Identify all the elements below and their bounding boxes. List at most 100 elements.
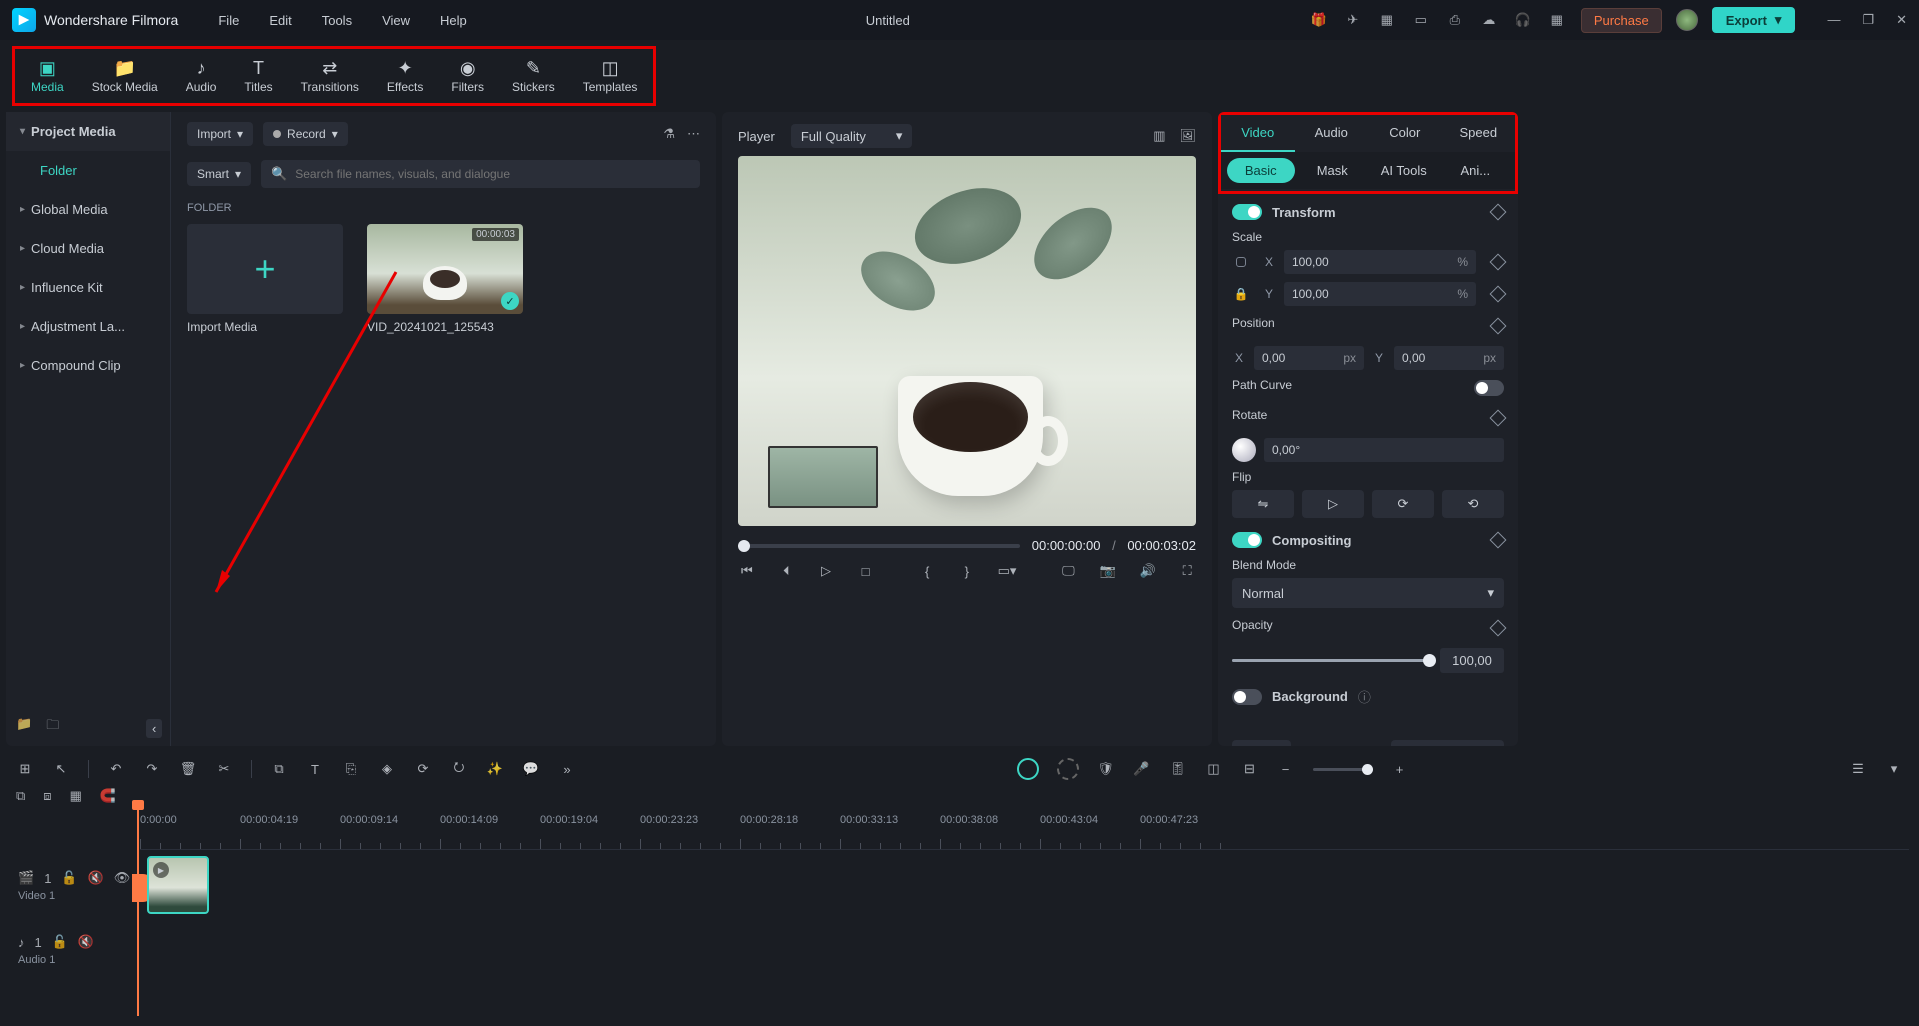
mark-in-icon[interactable]: { — [918, 564, 936, 579]
pos-y-input[interactable]: 0,00px — [1394, 346, 1504, 370]
speed-ramp-icon[interactable]: ⟳ — [414, 761, 432, 777]
smart-dropdown[interactable]: Smart▾ — [187, 162, 251, 186]
record-dropdown[interactable]: Record▾ — [263, 122, 348, 146]
import-dropdown[interactable]: Import▾ — [187, 122, 253, 146]
render-queue-icon[interactable] — [1057, 758, 1079, 780]
prop-subtab-animation[interactable]: Ani... — [1442, 158, 1510, 183]
menu-help[interactable]: Help — [440, 13, 467, 28]
undo-icon[interactable]: ↶ — [107, 761, 125, 777]
audio-track-icon[interactable]: ♪ — [18, 935, 25, 950]
stop-icon[interactable]: □ — [857, 564, 875, 579]
flip-horizontal-button[interactable]: ⇋ — [1232, 490, 1294, 518]
display-icon[interactable]: 🖵 — [1060, 563, 1078, 579]
search-box[interactable]: 🔍 — [261, 160, 700, 188]
pip-icon[interactable]: ◫ — [1205, 761, 1223, 777]
screen-icon[interactable]: ▭ — [1411, 10, 1431, 30]
scrub-bar[interactable]: 00:00:00:00 / 00:00:03:02 — [738, 538, 1196, 553]
prop-tab-color[interactable]: Color — [1368, 115, 1442, 152]
compare-view-icon[interactable]: ▥ — [1153, 128, 1165, 144]
track-list-icon[interactable]: ☰ — [1849, 761, 1867, 777]
loop-icon[interactable]: ⭮ — [450, 758, 468, 780]
flip-vertical-button[interactable]: ▷ — [1302, 490, 1364, 518]
prop-subtab-aitools[interactable]: AI Tools — [1370, 158, 1438, 183]
window-close[interactable]: ✕ — [1896, 12, 1907, 28]
scrub-track[interactable] — [738, 544, 1020, 548]
import-media-slot[interactable]: + Import Media — [187, 224, 343, 334]
zoom-out-icon[interactable]: − — [1277, 762, 1295, 777]
opacity-value[interactable]: 100,00 — [1440, 648, 1504, 673]
quality-dropdown[interactable]: Full Quality▾ — [791, 124, 913, 148]
blend-mode-select[interactable]: Normal▾ — [1232, 578, 1504, 608]
filter-icon[interactable]: ⚗ — [663, 126, 675, 142]
keyframe-icon[interactable] — [1490, 204, 1507, 221]
media-thumbnail[interactable]: 00:00:03 ✓ — [367, 224, 523, 314]
volume-icon[interactable]: 🔊 — [1139, 563, 1157, 579]
cloud-icon[interactable]: ☁ — [1479, 10, 1499, 30]
tab-filters[interactable]: ◉ Filters — [439, 51, 496, 101]
tab-audio[interactable]: ♪ Audio — [174, 51, 229, 101]
render-indicator-icon[interactable] — [1017, 758, 1039, 780]
visibility-icon[interactable]: 👁 — [114, 870, 131, 886]
project-icon[interactable]: ▦ — [1377, 10, 1397, 30]
tab-transitions[interactable]: ⇄ Transitions — [289, 51, 371, 101]
tab-titles[interactable]: T Titles — [232, 51, 284, 101]
compositing-toggle[interactable] — [1232, 532, 1262, 548]
ratio-icon[interactable]: ▭▾ — [998, 563, 1016, 579]
window-maximize[interactable]: ❐ — [1862, 12, 1874, 28]
gift-icon[interactable]: 🎁 — [1309, 10, 1329, 30]
more-tools-icon[interactable]: » — [558, 762, 576, 777]
redo-icon[interactable]: ↷ — [143, 761, 161, 777]
group-icon[interactable]: ▦ — [70, 788, 82, 804]
color-tag-icon[interactable]: ◈ — [378, 761, 396, 777]
window-minimize[interactable]: — — [1827, 12, 1840, 28]
sidebar-compound-clip[interactable]: ▸Compound Clip — [6, 346, 170, 385]
purchase-button[interactable]: Purchase — [1581, 8, 1662, 33]
slider-handle[interactable] — [1423, 654, 1436, 667]
video-track-body[interactable]: ▶ — [140, 854, 1909, 918]
mixer-icon[interactable]: 🎚 — [1169, 761, 1187, 777]
keyframe-icon[interactable] — [1490, 318, 1507, 335]
zoom-handle[interactable] — [1362, 764, 1373, 775]
tab-stock-media[interactable]: 📁 Stock Media — [80, 51, 170, 101]
mute-track-icon[interactable]: 🔇 — [78, 934, 94, 950]
sidebar-project-media[interactable]: ▾Project Media — [6, 112, 170, 151]
video-clip[interactable]: ▶ — [147, 856, 209, 914]
scale-x-input[interactable]: 100,00% — [1284, 250, 1476, 274]
nest-icon[interactable]: ⧉ — [16, 788, 25, 804]
keyframe-icon[interactable] — [1490, 532, 1507, 549]
prop-subtab-mask[interactable]: Mask — [1299, 158, 1367, 183]
tab-templates[interactable]: ◫ Templates — [571, 51, 650, 101]
lock-icon[interactable]: 🔒 — [1232, 287, 1250, 301]
prop-tab-audio[interactable]: Audio — [1295, 115, 1369, 152]
delete-icon[interactable]: 🗑 — [179, 761, 197, 777]
tab-media[interactable]: ▣ Media — [19, 51, 76, 101]
magic-icon[interactable]: ✨ — [486, 761, 504, 777]
caption-icon[interactable]: 💬 — [522, 761, 540, 777]
prop-tab-speed[interactable]: Speed — [1442, 115, 1516, 152]
menu-file[interactable]: File — [218, 13, 239, 28]
link-icon[interactable]: ⧈ — [43, 788, 51, 804]
crop-icon[interactable]: ⧉ — [270, 761, 288, 777]
background-toggle[interactable] — [1232, 689, 1262, 705]
fullscreen-icon[interactable]: ⛶ — [1178, 563, 1196, 579]
magnet-icon[interactable]: 🧲 — [100, 788, 116, 804]
keyframe-icon[interactable] — [1490, 410, 1507, 427]
video-preview[interactable] — [738, 156, 1196, 526]
step-back-icon[interactable]: ⏴ — [778, 563, 796, 579]
link-icon[interactable] — [1232, 257, 1250, 267]
pos-x-input[interactable]: 0,00px — [1254, 346, 1364, 370]
zoom-slider[interactable] — [1313, 768, 1373, 771]
menu-tools[interactable]: Tools — [322, 13, 352, 28]
headphone-icon[interactable]: 🎧 — [1513, 10, 1533, 30]
tab-stickers[interactable]: ✎ Stickers — [500, 51, 567, 101]
mark-out-icon[interactable]: } — [958, 564, 976, 579]
marker-shield-icon[interactable]: 🛡 — [1097, 761, 1115, 777]
mute-track-icon[interactable]: 🔇 — [88, 870, 104, 886]
more-icon[interactable]: ⋯ — [687, 126, 700, 142]
rotate-ccw-button[interactable]: ⟲ — [1442, 490, 1504, 518]
path-curve-toggle[interactable] — [1474, 380, 1504, 396]
snapshot-icon[interactable]: 📷 — [1099, 563, 1117, 579]
track-menu-icon[interactable]: ▾ — [1885, 761, 1903, 777]
scale-y-input[interactable]: 100,00% — [1284, 282, 1476, 306]
prev-frame-icon[interactable]: ⏮ — [738, 563, 756, 579]
